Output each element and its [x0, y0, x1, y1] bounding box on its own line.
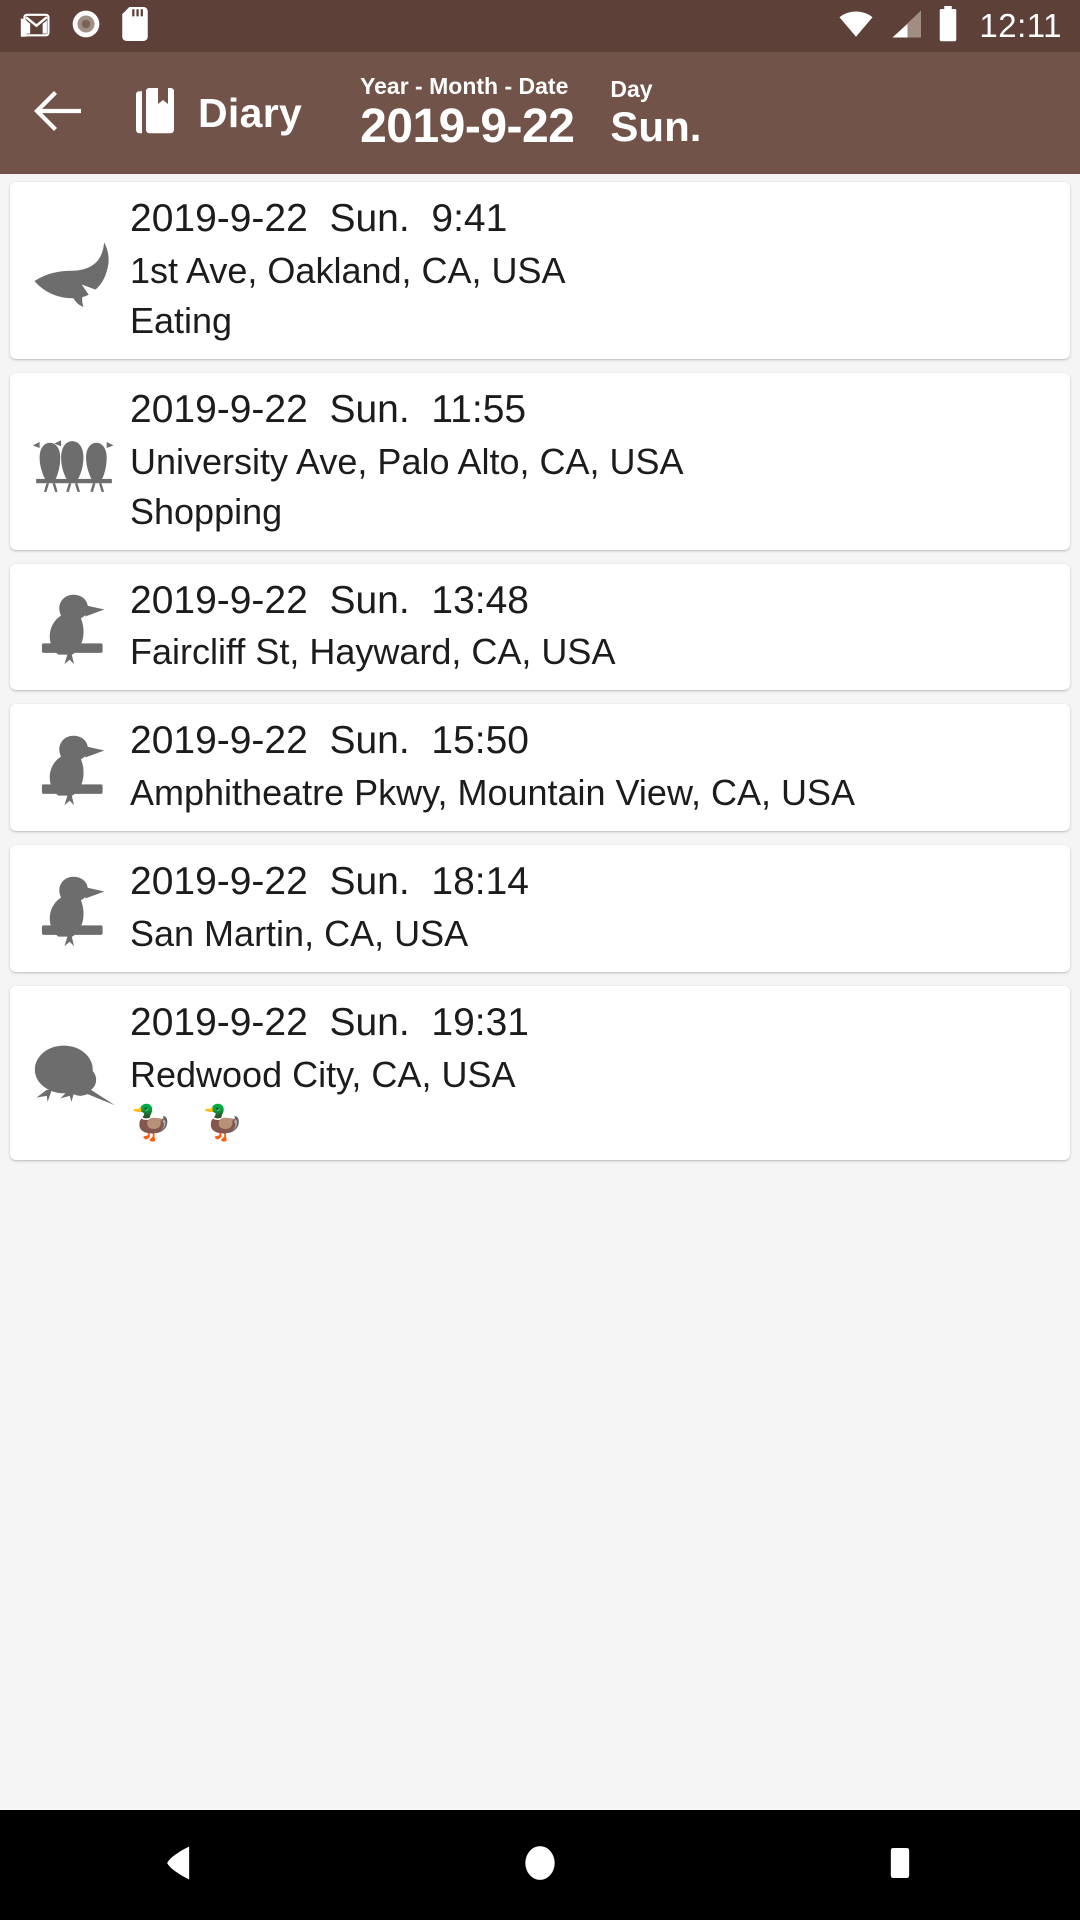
entry-place: Faircliff St, Hayward, CA, USA: [130, 631, 616, 673]
perched-bird-icon: [22, 868, 126, 948]
entry-note: Eating: [130, 299, 233, 341]
list-item[interactable]: 2019-9-22 Sun. 9:41 1st Ave, Oakland, CA…: [10, 182, 1070, 359]
kiwi-bird-icon: [22, 1037, 126, 1107]
list-item-body: 2019-9-22 Sun. 18:14 San Martin, CA, USA: [126, 859, 1058, 956]
list-item-body: 2019-9-22 Sun. 11:55 University Ave, Pal…: [126, 387, 1058, 534]
record-icon: [70, 8, 102, 45]
list-item-body: 2019-9-22 Sun. 19:31 Redwood City, CA, U…: [126, 1000, 1058, 1144]
entry-datetime: 2019-9-22 Sun. 18:14: [130, 860, 529, 904]
wifi-icon: [837, 9, 875, 44]
cellular-signal-icon: [889, 9, 923, 44]
system-navigation-bar: [0, 1810, 1080, 1920]
nav-home-icon: [518, 1841, 562, 1890]
battery-icon: [937, 5, 959, 47]
list-item[interactable]: 2019-9-22 Sun. 15:50 Amphitheatre Pkwy, …: [10, 704, 1070, 832]
flying-bird-icon: [22, 231, 126, 308]
list-item[interactable]: 2019-9-22 Sun. 18:14 San Martin, CA, USA: [10, 845, 1070, 972]
entry-datetime: 2019-9-22 Sun. 11:55: [130, 387, 527, 431]
status-bar-right-icons: 12:11: [837, 5, 1062, 47]
gmail-icon: [18, 7, 52, 46]
list-item-body: 2019-9-22 Sun. 15:50 Amphitheatre Pkwy, …: [126, 718, 1058, 815]
day-caption-label: Day: [610, 75, 653, 102]
back-button[interactable]: [22, 76, 96, 150]
nav-back-button[interactable]: [105, 1810, 255, 1920]
date-caption-label: Year - Month - Date: [360, 72, 569, 99]
status-bar-clock: 12:11: [979, 7, 1062, 44]
entry-place: 1st Ave, Oakland, CA, USA: [130, 249, 566, 291]
day-value: Sun.: [610, 103, 702, 151]
app-bar: Diary Year - Month - Date 2019-9-22 Day …: [0, 52, 1080, 174]
app-brand: Diary: [134, 86, 302, 141]
date-value: 2019-9-22: [360, 99, 575, 153]
list-item[interactable]: 2019-9-22 Sun. 13:48 Faircliff St, Haywa…: [10, 563, 1070, 691]
nav-recents-button[interactable]: [825, 1810, 975, 1920]
perched-bird-icon: [22, 727, 126, 807]
list-item-body: 2019-9-22 Sun. 9:41 1st Ave, Oakland, CA…: [126, 196, 1058, 343]
three-birds-on-perch-icon: [22, 422, 126, 498]
entry-note: 🦆 🦆: [130, 1103, 255, 1142]
app-title: Diary: [198, 89, 303, 136]
diary-entry-list[interactable]: 2019-9-22 Sun. 9:41 1st Ave, Oakland, CA…: [0, 174, 1080, 1810]
day-display[interactable]: Day Sun.: [610, 75, 702, 151]
list-item[interactable]: 2019-9-22 Sun. 11:55 University Ave, Pal…: [10, 372, 1070, 550]
entry-place: University Ave, Palo Alto, CA, USA: [130, 440, 684, 482]
entry-place: Amphitheatre Pkwy, Mountain View, CA, US…: [130, 772, 855, 814]
entry-datetime: 2019-9-22 Sun. 9:41: [130, 197, 508, 240]
entry-datetime: 2019-9-22 Sun. 13:48: [130, 578, 529, 622]
date-display[interactable]: Year - Month - Date 2019-9-22: [360, 72, 575, 153]
entry-datetime: 2019-9-22 Sun. 19:31: [130, 1000, 529, 1044]
list-item-body: 2019-9-22 Sun. 13:48 Faircliff St, Haywa…: [126, 578, 1058, 675]
list-item[interactable]: 2019-9-22 Sun. 19:31 Redwood City, CA, U…: [10, 985, 1070, 1161]
status-bar-left-icons: [18, 6, 150, 46]
entry-place: San Martin, CA, USA: [130, 912, 469, 954]
diary-book-icon: [134, 86, 182, 141]
nav-recents-icon: [880, 1843, 920, 1888]
entry-datetime: 2019-9-22 Sun. 15:50: [130, 719, 529, 763]
nav-back-icon: [158, 1841, 202, 1890]
back-arrow-icon: [33, 90, 85, 137]
entry-note: Shopping: [130, 490, 283, 532]
entry-place: Redwood City, CA, USA: [130, 1053, 516, 1095]
nav-home-button[interactable]: [465, 1810, 615, 1920]
perched-bird-icon: [22, 586, 126, 666]
sdcard-icon: [120, 6, 150, 46]
status-bar: 12:11: [0, 0, 1080, 52]
